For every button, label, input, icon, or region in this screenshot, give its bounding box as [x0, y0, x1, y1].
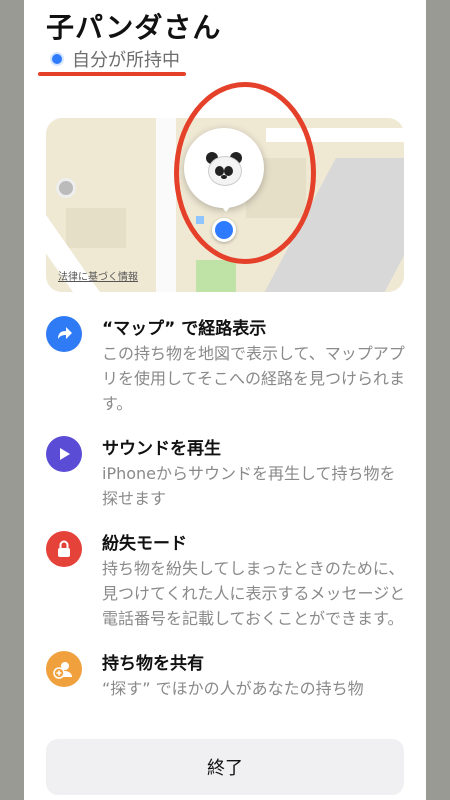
- red-underline-annotation: [38, 72, 186, 76]
- action-description: 持ち物を紛失してしまったときのために、見つけてくれた人に表示するメッセージと電話…: [102, 559, 406, 628]
- action-description: この持ち物を地図で表示して、マップアプリを使用してそこへの経路を見つけられます。: [102, 344, 406, 413]
- directions-arrow-icon: [46, 316, 82, 352]
- location-map[interactable]: 法律に基づく情報: [46, 118, 404, 292]
- add-person-icon: [46, 651, 82, 687]
- done-button[interactable]: 終了: [46, 739, 404, 795]
- map-road: [266, 128, 404, 142]
- action-description: iPhoneからサウンドを再生して持ち物を探せます: [102, 464, 396, 508]
- item-pin[interactable]: [184, 128, 264, 208]
- scroll-fade: [24, 708, 426, 728]
- panda-emoji-icon: [204, 150, 244, 186]
- map-park: [196, 260, 236, 292]
- pin-tail: [218, 202, 234, 212]
- action-list: “マップ” で経路表示 この持ち物を地図で表示して、マップアプリを使用してそこへ…: [46, 314, 406, 719]
- play-icon: [46, 436, 82, 472]
- lock-icon: [46, 531, 82, 567]
- status-text: 自分が所持中: [72, 50, 180, 71]
- status-dot-icon: [50, 52, 64, 66]
- action-share-item[interactable]: 持ち物を共有 “探す” でほかの人があなたの持ち物: [46, 649, 406, 701]
- action-directions[interactable]: “マップ” で経路表示 この持ち物を地図で表示して、マップアプリを使用してそこへ…: [46, 314, 406, 416]
- compass-icon[interactable]: [56, 178, 76, 198]
- action-title: “マップ” で経路表示: [102, 319, 267, 339]
- map-water: [196, 216, 204, 224]
- status-row: 自分が所持中: [50, 46, 180, 72]
- item-title: 子パンダさん: [46, 11, 222, 44]
- action-title: サウンドを再生: [102, 439, 221, 459]
- map-block: [66, 208, 126, 248]
- action-description: “探す” でほかの人があなたの持ち物: [102, 679, 364, 698]
- location-dot-icon: [212, 218, 236, 242]
- item-detail-sheet: 子パンダさん 自分が所持中 法律に基づく情報 “マップ” で経路表示 この持ち物…: [24, 0, 426, 800]
- map-road: [156, 118, 176, 292]
- action-title: 持ち物を共有: [102, 654, 204, 674]
- action-play-sound[interactable]: サウンドを再生 iPhoneからサウンドを再生して持ち物を探せます: [46, 434, 406, 511]
- action-lost-mode[interactable]: 紛失モード 持ち物を紛失してしまったときのために、見つけてくれた人に表示するメッ…: [46, 529, 406, 631]
- legal-link[interactable]: 法律に基づく情報: [58, 268, 138, 283]
- action-title: 紛失モード: [102, 534, 187, 554]
